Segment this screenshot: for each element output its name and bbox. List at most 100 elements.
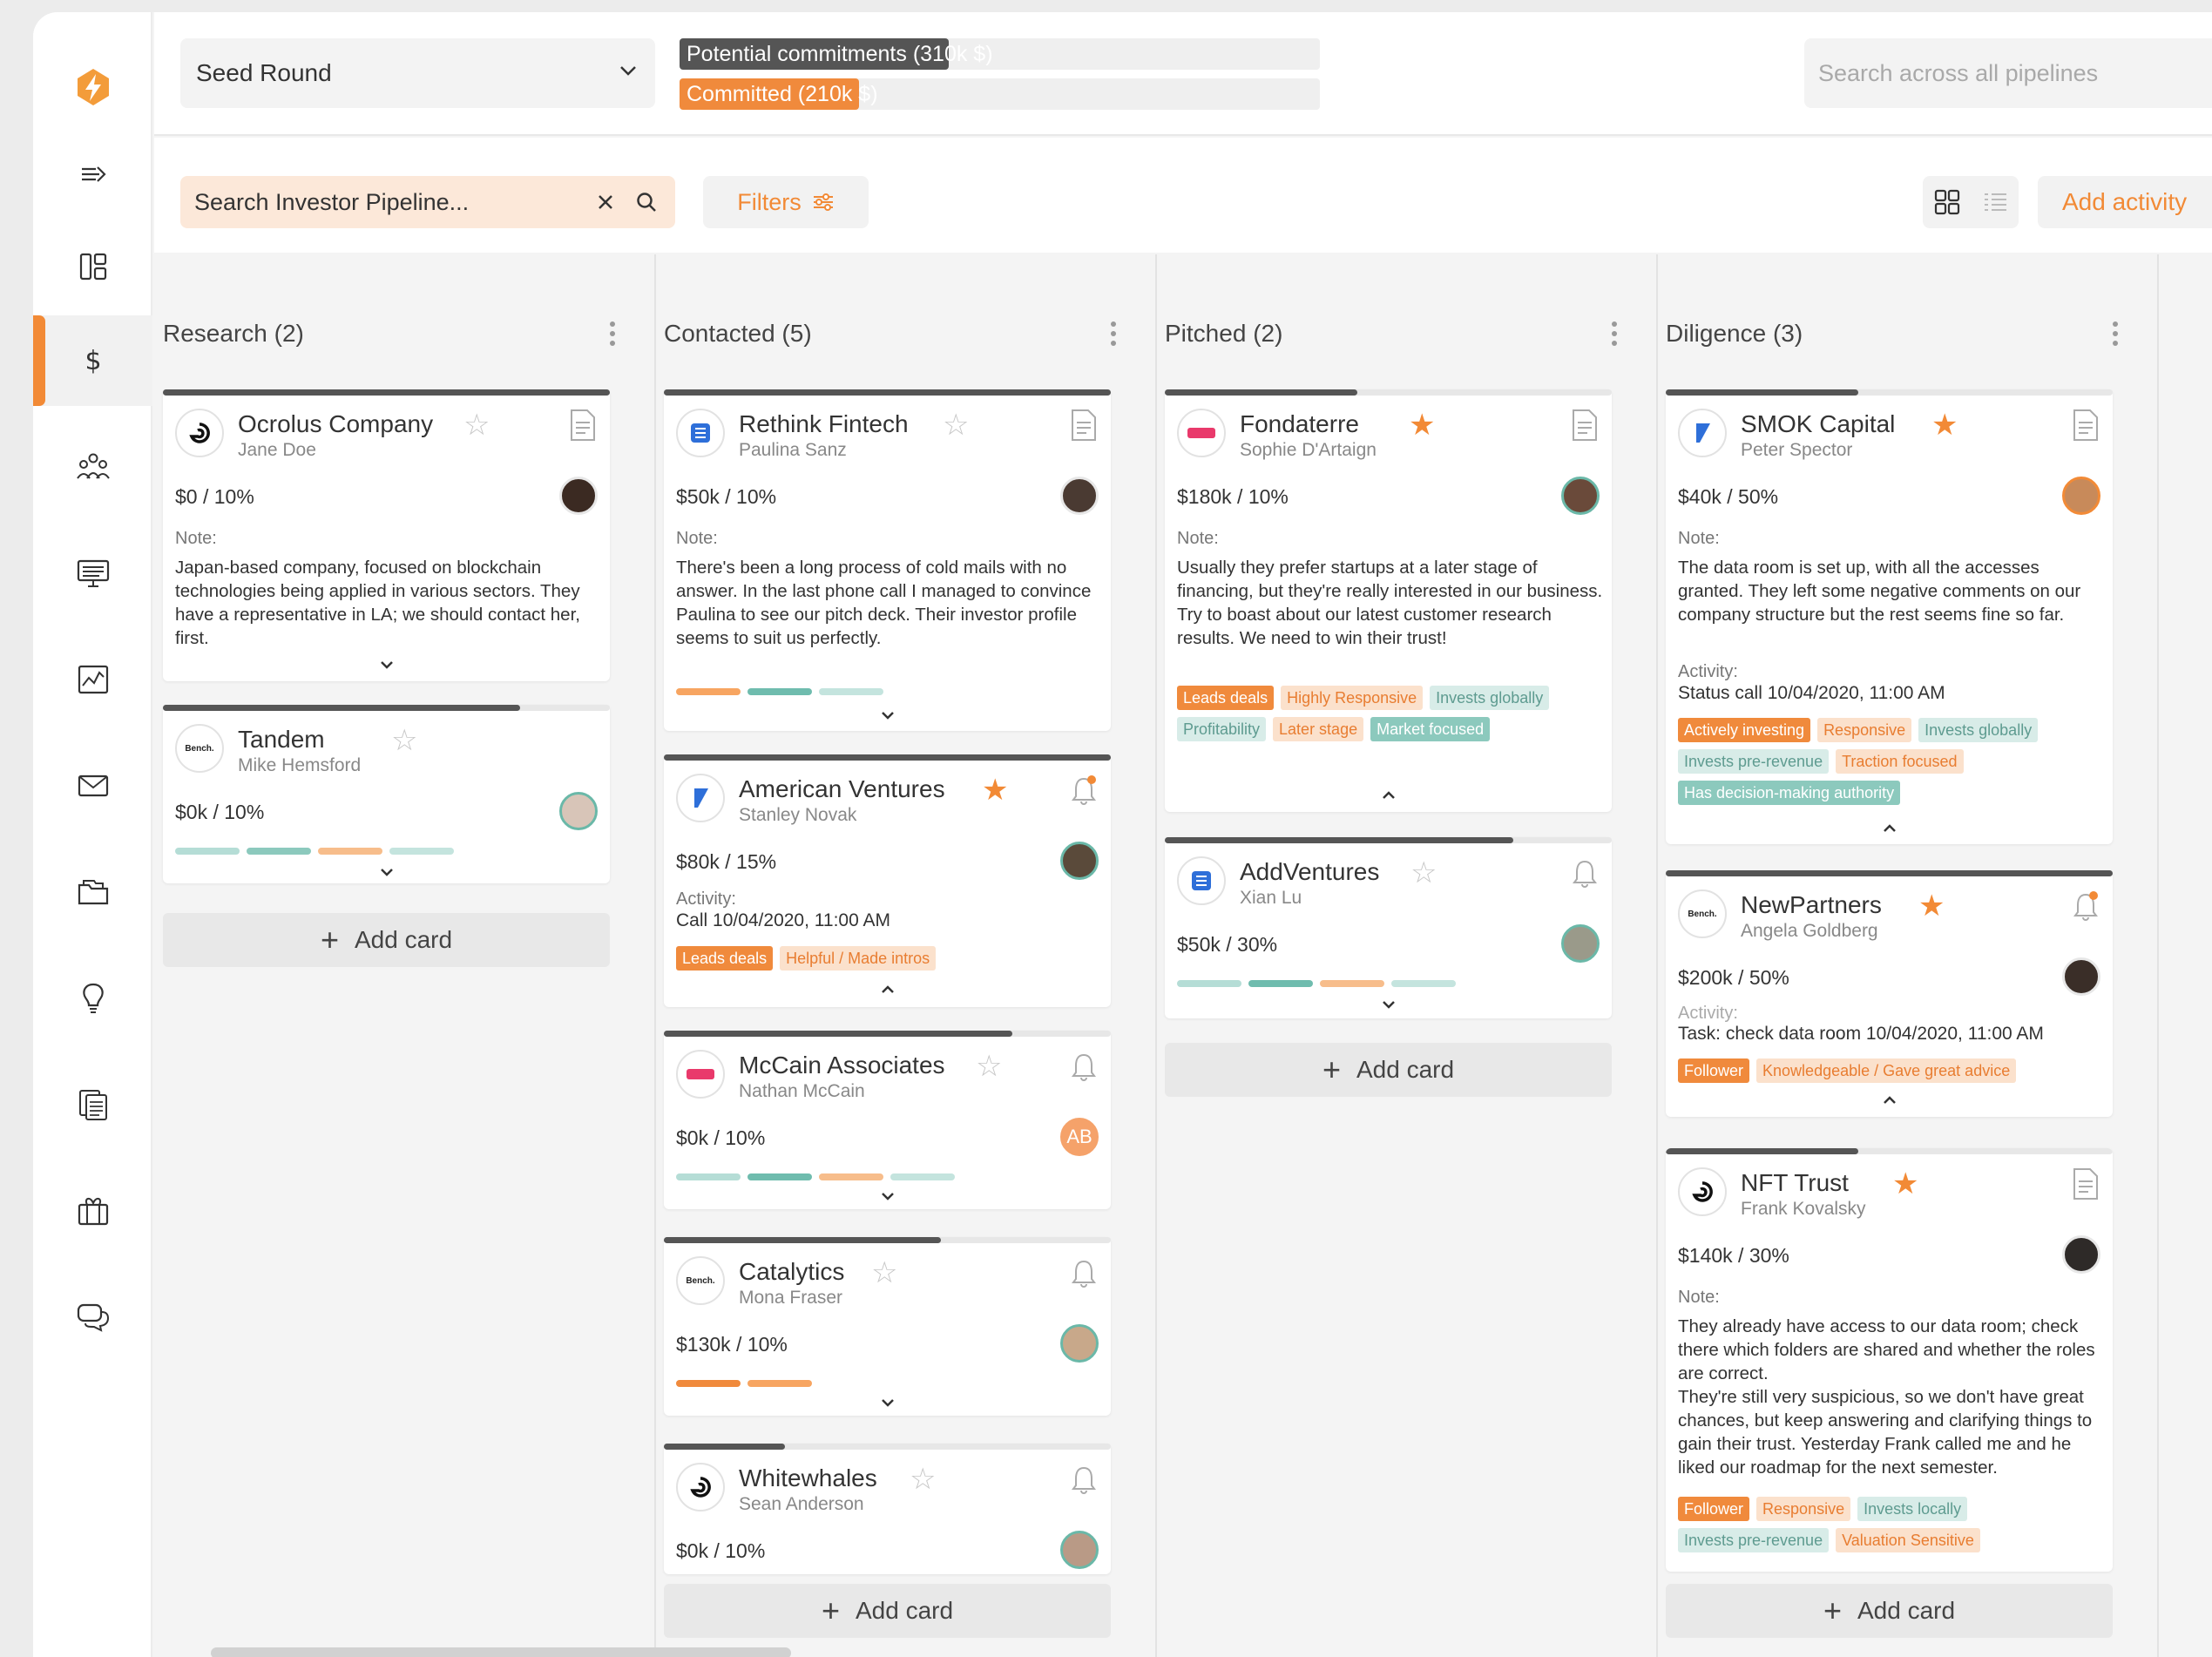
star-filled-icon[interactable]: ★ xyxy=(1918,891,1945,921)
bell-icon[interactable] xyxy=(1069,1463,1099,1496)
card-note: Usually they prefer startups at a later … xyxy=(1177,558,1603,648)
more-options-icon[interactable] xyxy=(2112,321,2119,346)
card-amount: $0k / 10% xyxy=(175,801,265,823)
investor-card[interactable]: AddVentures ☆ Xian Lu $50k / 30% xyxy=(1165,837,1612,1018)
global-search-input[interactable]: Search across all pipelines xyxy=(1804,38,2212,108)
card-amount: $130k / 10% xyxy=(676,1333,788,1356)
column-contacted: Contacted (5) Rethink Fintech ☆ Paulina … xyxy=(655,254,1156,1657)
card-title: NFT Trust xyxy=(1741,1169,1849,1196)
chart-icon[interactable] xyxy=(33,634,152,725)
star-outline-icon[interactable]: ☆ xyxy=(976,1052,1002,1081)
chevron-down-icon[interactable] xyxy=(877,1191,898,1203)
documents-icon[interactable] xyxy=(33,1059,152,1150)
bell-icon[interactable] xyxy=(1570,856,1600,889)
top-bar: Seed Round Potential commitments (310k $… xyxy=(154,12,2212,136)
investor-card[interactable]: American Ventures ★ Stanley Novak $80k /… xyxy=(664,754,1111,1007)
column-title: Research xyxy=(163,320,267,347)
add-card-button[interactable]: + Add card xyxy=(163,913,610,967)
star-filled-icon[interactable]: ★ xyxy=(1931,410,1958,440)
tag-list: Follower Responsive Invests locally Inve… xyxy=(1678,1497,2109,1552)
card-note: They already have access to our data roo… xyxy=(1678,1316,2095,1478)
investor-card[interactable]: NFT Trust ★ Frank Kovalsky $140k / 30% N… xyxy=(1666,1148,2113,1572)
presentation-icon[interactable] xyxy=(33,528,152,619)
expand-arrow-icon[interactable] xyxy=(33,129,152,220)
document-icon[interactable] xyxy=(1570,409,1600,442)
column-header: Contacted (5) xyxy=(664,320,1117,348)
add-card-button[interactable]: + Add card xyxy=(1666,1584,2113,1638)
star-outline-icon[interactable]: ☆ xyxy=(910,1464,936,1494)
star-outline-icon[interactable]: ☆ xyxy=(871,1258,897,1288)
star-filled-icon[interactable]: ★ xyxy=(1409,410,1435,440)
card-contact: Sophie D'Artaign xyxy=(1240,440,1377,460)
star-filled-icon[interactable]: ★ xyxy=(982,775,1008,805)
investor-card[interactable]: SMOK Capital ★ Peter Spector $40k / 50% … xyxy=(1666,389,2113,844)
more-options-icon[interactable] xyxy=(1611,321,1618,346)
card-amount: $0 / 10% xyxy=(175,485,254,508)
chevron-up-icon[interactable] xyxy=(877,983,898,995)
filters-button[interactable]: Filters xyxy=(703,176,869,228)
bell-alert-icon[interactable] xyxy=(1069,774,1099,807)
clear-icon[interactable] xyxy=(595,192,616,213)
more-options-icon[interactable] xyxy=(1110,321,1117,346)
chevron-down-icon[interactable] xyxy=(376,867,397,879)
chevron-up-icon[interactable] xyxy=(1378,788,1399,801)
chevron-down-icon[interactable] xyxy=(376,659,397,672)
gift-icon[interactable] xyxy=(33,1166,152,1256)
search-icon[interactable] xyxy=(635,191,658,213)
document-icon[interactable] xyxy=(2071,409,2100,442)
avatar xyxy=(1561,924,1600,963)
bell-alert-icon[interactable] xyxy=(2071,889,2100,923)
chevron-up-icon[interactable] xyxy=(1879,822,1900,834)
investor-card[interactable]: McCain Associates ☆ Nathan McCain $0k / … xyxy=(664,1031,1111,1209)
chevron-up-icon[interactable] xyxy=(1879,1093,1900,1106)
document-icon[interactable] xyxy=(2071,1167,2100,1200)
investor-card[interactable]: Ocrolus Company ☆ Jane Doe $0 / 10% Note… xyxy=(163,389,610,681)
add-card-button[interactable]: + Add card xyxy=(1165,1043,1612,1097)
horizontal-scrollbar[interactable] xyxy=(211,1647,791,1657)
list-view-icon[interactable] xyxy=(1981,188,2009,216)
folder-icon[interactable] xyxy=(33,847,152,937)
chevron-down-icon[interactable] xyxy=(877,1397,898,1410)
card-contact: Xian Lu xyxy=(1240,888,1302,908)
chevron-down-icon[interactable] xyxy=(1378,999,1399,1011)
document-icon[interactable] xyxy=(568,409,598,442)
bell-icon[interactable] xyxy=(1069,1050,1099,1083)
avatar xyxy=(1561,477,1600,515)
star-filled-icon[interactable]: ★ xyxy=(1892,1169,1918,1199)
chat-icon[interactable] xyxy=(33,1272,152,1363)
investor-card[interactable]: Bench. Catalytics ☆ Mona Fraser $130k / … xyxy=(664,1237,1111,1416)
add-card-button[interactable]: + Add card xyxy=(664,1584,1111,1638)
logo-bolt-icon[interactable] xyxy=(33,42,152,132)
dollar-icon[interactable]: $ xyxy=(33,315,152,406)
company-logo-icon xyxy=(676,1050,725,1099)
card-title: Fondaterre xyxy=(1240,410,1359,437)
star-outline-icon[interactable]: ☆ xyxy=(943,410,969,440)
round-selector[interactable]: Seed Round xyxy=(180,38,655,108)
investor-card[interactable]: Rethink Fintech ☆ Paulina Sanz $50k / 10… xyxy=(664,389,1111,731)
mail-icon[interactable] xyxy=(33,741,152,831)
avatar xyxy=(1060,1531,1099,1569)
chevron-down-icon[interactable] xyxy=(877,710,898,722)
dashboard-icon[interactable] xyxy=(33,221,152,312)
more-options-icon[interactable] xyxy=(609,321,616,346)
investor-card[interactable]: Bench. Tandem ☆ Mike Hemsford $0k / 10% xyxy=(163,705,610,883)
star-outline-icon[interactable]: ☆ xyxy=(391,726,417,755)
star-outline-icon[interactable]: ☆ xyxy=(463,410,490,440)
team-icon[interactable] xyxy=(33,422,152,512)
potential-commitments-bar: Potential commitments (310k $) xyxy=(680,38,1320,70)
bell-icon[interactable] xyxy=(1069,1256,1099,1289)
column-research: Research (2) Ocrolus Company ☆ Jane Doe … xyxy=(154,254,655,1657)
grid-view-icon[interactable] xyxy=(1933,188,1961,216)
add-activity-button[interactable]: Add activity xyxy=(2038,176,2212,228)
card-title: Whitewhales xyxy=(739,1464,877,1491)
document-icon[interactable] xyxy=(1069,409,1099,442)
investor-card[interactable]: Bench. NewPartners ★ Angela Goldberg $20… xyxy=(1666,870,2113,1117)
company-logo-icon xyxy=(1177,409,1226,457)
pipeline-search-input[interactable]: Search Investor Pipeline... xyxy=(180,176,675,228)
card-note: The data room is set up, with all the ac… xyxy=(1678,558,2081,625)
investor-card[interactable]: Whitewhales ☆ Sean Anderson $0k / 10% xyxy=(664,1444,1111,1574)
investor-card[interactable]: Fondaterre ★ Sophie D'Artaign $180k / 10… xyxy=(1165,389,1612,812)
star-outline-icon[interactable]: ☆ xyxy=(1410,858,1437,888)
lightbulb-icon[interactable] xyxy=(33,953,152,1044)
column-count: (5) xyxy=(781,320,812,347)
